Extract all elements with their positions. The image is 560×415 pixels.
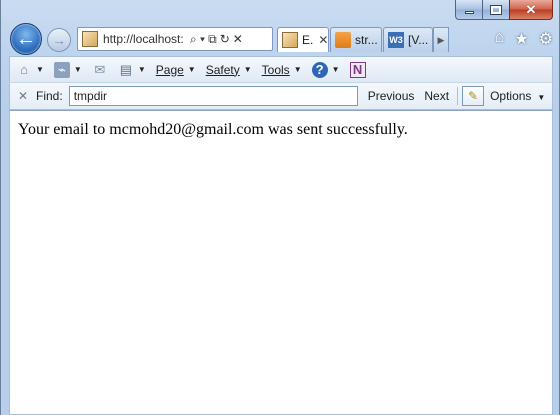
star-icon[interactable]: ★ bbox=[514, 29, 528, 49]
mail-icon: ✉ bbox=[94, 61, 106, 77]
find-previous-button[interactable]: Previous bbox=[368, 89, 415, 103]
find-bar: ✕ Find: Previous Next ✎ Options ▼ bbox=[9, 82, 553, 110]
home-icon[interactable]: ⌂ bbox=[495, 29, 505, 49]
page-menu-label: Page bbox=[155, 62, 184, 77]
safety-menu[interactable]: Safety ▼ bbox=[206, 63, 252, 77]
find-label: Find: bbox=[36, 89, 63, 103]
safety-menu-label: Safety bbox=[205, 62, 240, 77]
chevron-down-icon[interactable]: ▼ bbox=[138, 65, 146, 74]
forward-button[interactable]: → bbox=[47, 28, 71, 52]
close-icon: ✕ bbox=[525, 1, 537, 17]
command-bar: ⌂ ▼ ⌁ ▼ ✉ ▤ ▼ Page ▼ Safety ▼ Tools ▼ ? ▼ N bbox=[9, 56, 553, 82]
tab-label: str... bbox=[355, 33, 378, 47]
browser-toolbar-icons: ⌂ ★ ⚙ bbox=[495, 29, 553, 49]
tab-label: E. bbox=[302, 33, 314, 47]
confirmation-message: Your email to mcmohd20@gmail.com was sen… bbox=[18, 121, 408, 138]
gear-icon[interactable]: ⚙ bbox=[539, 29, 553, 49]
refresh-icon[interactable]: ↻ bbox=[220, 32, 230, 46]
printer-icon: ▤ bbox=[119, 61, 132, 77]
find-input[interactable] bbox=[68, 86, 358, 106]
tab-close-icon[interactable]: ✕ bbox=[318, 33, 328, 47]
tab-stackoverflow[interactable]: str... bbox=[330, 27, 382, 52]
chevron-down-icon[interactable]: ▼ bbox=[74, 65, 82, 74]
search-dropdown-icon[interactable]: ⌕ ▾ bbox=[190, 32, 205, 47]
chevron-down-icon: ▼ bbox=[293, 65, 302, 74]
print-command[interactable]: ▤ ▼ bbox=[118, 62, 146, 78]
chevron-down-icon: ▼ bbox=[243, 65, 252, 74]
highlight-matches-button[interactable]: ✎ bbox=[462, 86, 485, 106]
page-menu[interactable]: Page ▼ bbox=[156, 63, 196, 77]
navigation-row: ← → http://localhost: ⌕ ▾ ⧉ ↻ ✕ E. ✕ str… bbox=[1, 20, 560, 56]
tab-scroll-right-button[interactable]: ▶ bbox=[433, 27, 449, 52]
home-icon: ⌂ bbox=[20, 62, 28, 77]
rss-feed-icon: ⌁ bbox=[53, 61, 70, 78]
back-arrow-icon: ← bbox=[16, 27, 36, 50]
chevron-down-icon[interactable]: ▼ bbox=[36, 65, 44, 74]
chevron-down-icon: ▼ bbox=[537, 93, 546, 102]
find-separator bbox=[457, 87, 459, 105]
window-caption-buttons: ✕ bbox=[455, 0, 553, 20]
page-favicon-icon bbox=[82, 31, 98, 47]
maximize-button[interactable] bbox=[482, 0, 509, 20]
tab-w3[interactable]: W3 [V... bbox=[383, 27, 433, 52]
back-button[interactable]: ← bbox=[10, 23, 42, 55]
w3-favicon-icon: W3 bbox=[388, 32, 404, 48]
find-next-button[interactable]: Next bbox=[424, 89, 449, 103]
home-command[interactable]: ⌂ ▼ bbox=[16, 62, 44, 78]
chevron-right-icon: ▶ bbox=[437, 34, 445, 45]
read-mail-command[interactable]: ✉ bbox=[92, 62, 108, 78]
page-content: Your email to mcmohd20@gmail.com was sen… bbox=[9, 110, 553, 415]
close-window-button[interactable]: ✕ bbox=[509, 0, 553, 20]
highlighter-icon: ✎ bbox=[468, 89, 479, 103]
tab-active[interactable]: E. ✕ bbox=[277, 27, 329, 52]
chevron-down-icon: ▼ bbox=[331, 65, 340, 74]
tools-menu-label: Tools bbox=[261, 62, 290, 77]
tools-menu[interactable]: Tools ▼ bbox=[262, 63, 302, 77]
address-url[interactable]: http://localhost: bbox=[103, 32, 187, 46]
stop-icon[interactable]: ✕ bbox=[233, 32, 243, 46]
chevron-down-icon: ▼ bbox=[187, 65, 196, 74]
find-options-button[interactable]: Options ▼ bbox=[490, 89, 545, 103]
minimize-button[interactable] bbox=[455, 0, 482, 20]
help-menu[interactable]: ? ▼ bbox=[311, 61, 340, 78]
address-bar[interactable]: http://localhost: ⌕ ▾ ⧉ ↻ ✕ bbox=[77, 27, 273, 51]
image-favicon-icon bbox=[282, 32, 298, 48]
browser-window: ✕ ← → http://localhost: ⌕ ▾ ⧉ ↻ ✕ E. ✕ s… bbox=[0, 0, 560, 415]
tab-label: [V... bbox=[408, 33, 429, 47]
close-find-bar-icon[interactable]: ✕ bbox=[16, 89, 30, 103]
stackoverflow-favicon-icon bbox=[335, 32, 351, 48]
find-options-label: Options bbox=[490, 89, 532, 103]
maximize-icon bbox=[490, 4, 502, 15]
forward-arrow-icon: → bbox=[52, 32, 66, 48]
onenote-icon: N bbox=[349, 61, 366, 78]
onenote-command[interactable]: N bbox=[349, 61, 366, 78]
minimize-icon bbox=[464, 11, 474, 14]
feeds-command[interactable]: ⌁ ▼ bbox=[53, 61, 82, 78]
help-icon: ? bbox=[311, 61, 328, 78]
compatibility-view-icon[interactable]: ⧉ bbox=[208, 32, 217, 47]
